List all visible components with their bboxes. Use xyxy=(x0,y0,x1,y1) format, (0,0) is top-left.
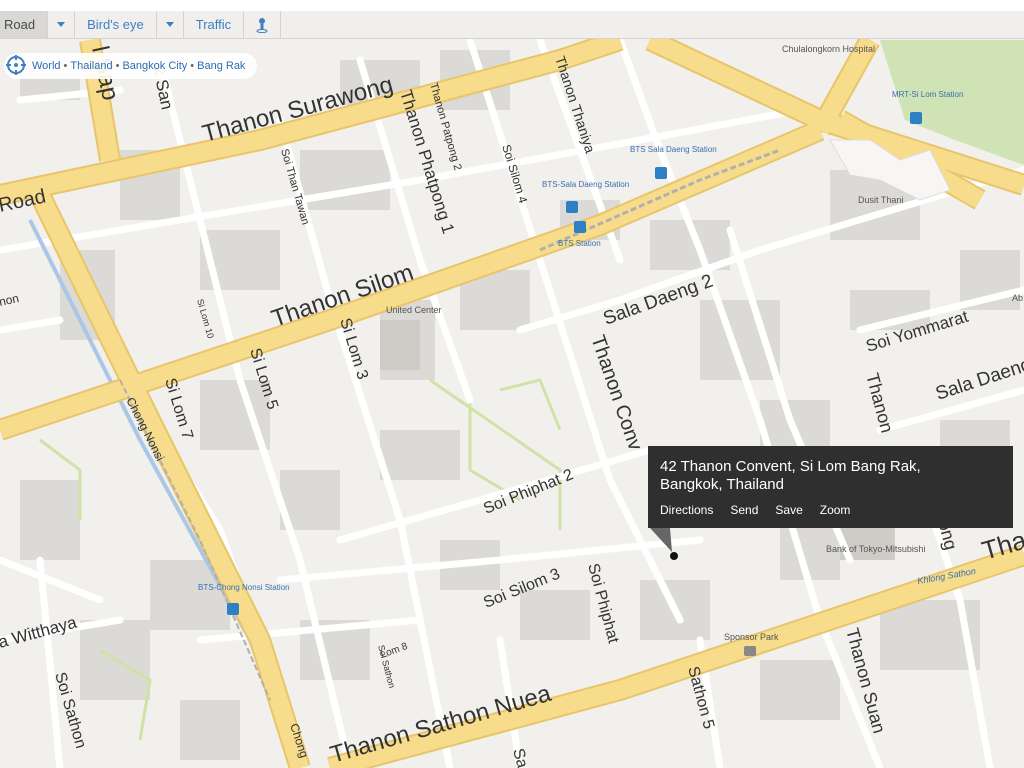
popup-address-line2: Bangkok, Thailand xyxy=(660,476,784,493)
bts-station-icon-1 xyxy=(655,167,667,179)
mrt-station-icon xyxy=(910,112,922,124)
popup-address-line1: 42 Thanon Convent, Si Lom Bang Rak, xyxy=(660,458,921,475)
top-strip xyxy=(0,0,1024,11)
breadcrumb-separator: • xyxy=(63,60,68,72)
poi-bts-station: BTS Station xyxy=(558,239,601,248)
poi-mrt-silom: MRT-Si Lom Station xyxy=(892,90,963,99)
save-link[interactable]: Save xyxy=(775,503,802,517)
birds-eye-button[interactable]: Bird's eye xyxy=(75,11,157,38)
road-view-dropdown[interactable] xyxy=(48,11,76,38)
poi-bts-sala-daeng-2: BTS-Sala Daeng Station xyxy=(542,180,629,189)
chevron-down-icon xyxy=(165,22,174,27)
map-toolbar: Road Bird's eye Traffic xyxy=(0,11,1024,39)
poi-ab: Ab xyxy=(1012,293,1023,303)
poi-bts-sala-daeng-1: BTS Sala Daeng Station xyxy=(630,145,717,154)
poi-bank-of-tokyo: Bank of Tokyo-Mitsubishi xyxy=(826,544,925,554)
breadcrumb-separator: • xyxy=(190,60,195,72)
bts-station-icon-2 xyxy=(566,201,578,213)
road-view-label: Road xyxy=(4,17,36,32)
breadcrumb: World • Thailand • Bangkok City • Bang R… xyxy=(4,53,258,79)
bts-station-icon-4 xyxy=(227,603,239,615)
traffic-button[interactable]: Traffic xyxy=(184,11,245,38)
birds-eye-dropdown[interactable] xyxy=(157,11,184,38)
popup-pointer xyxy=(650,528,672,552)
locate-icon[interactable] xyxy=(6,55,26,75)
breadcrumb-world[interactable]: World xyxy=(32,60,61,72)
poi-bts-chong-nonsi: BTS-Chong Nonsi Station xyxy=(198,583,290,592)
bts-station-icon-3 xyxy=(574,221,586,233)
breadcrumb-thailand[interactable]: Thailand xyxy=(70,60,112,72)
breadcrumb-bangkok[interactable]: Bangkok City xyxy=(122,60,187,72)
poi-dusit-thani: Dusit Thani xyxy=(858,195,903,205)
poi-united-center: United Center xyxy=(386,305,442,315)
streetside-button[interactable] xyxy=(244,11,282,38)
popup-actions: Directions Send Save Zoom xyxy=(660,503,867,517)
traffic-label: Traffic xyxy=(195,17,232,32)
birds-eye-label: Bird's eye xyxy=(87,17,144,32)
send-link[interactable]: Send xyxy=(730,503,758,517)
address-popup: 42 Thanon Convent, Si Lom Bang Rak, Bang… xyxy=(648,446,1013,528)
popup-address: 42 Thanon Convent, Si Lom Bang Rak, Bang… xyxy=(660,458,921,494)
road-view-button[interactable]: Road xyxy=(0,11,49,38)
breadcrumb-separator: • xyxy=(115,60,120,72)
breadcrumb-bang-rak[interactable]: Bang Rak xyxy=(197,60,245,72)
poi-sponsor-park: Sponsor Park xyxy=(724,632,779,642)
chevron-down-icon xyxy=(57,22,66,27)
poi-chulalongkorn: Chulalongkorn Hospital xyxy=(782,44,875,54)
map-svg: Thanon Surawong Thanon Silom Thanon Sath… xyxy=(0,11,1024,768)
map-canvas[interactable]: Thanon Surawong Thanon Silom Thanon Sath… xyxy=(0,11,1024,768)
zoom-link[interactable]: Zoom xyxy=(820,503,851,517)
person-pin-icon xyxy=(256,17,268,33)
directions-link[interactable]: Directions xyxy=(660,503,713,517)
parking-icon xyxy=(744,646,756,656)
